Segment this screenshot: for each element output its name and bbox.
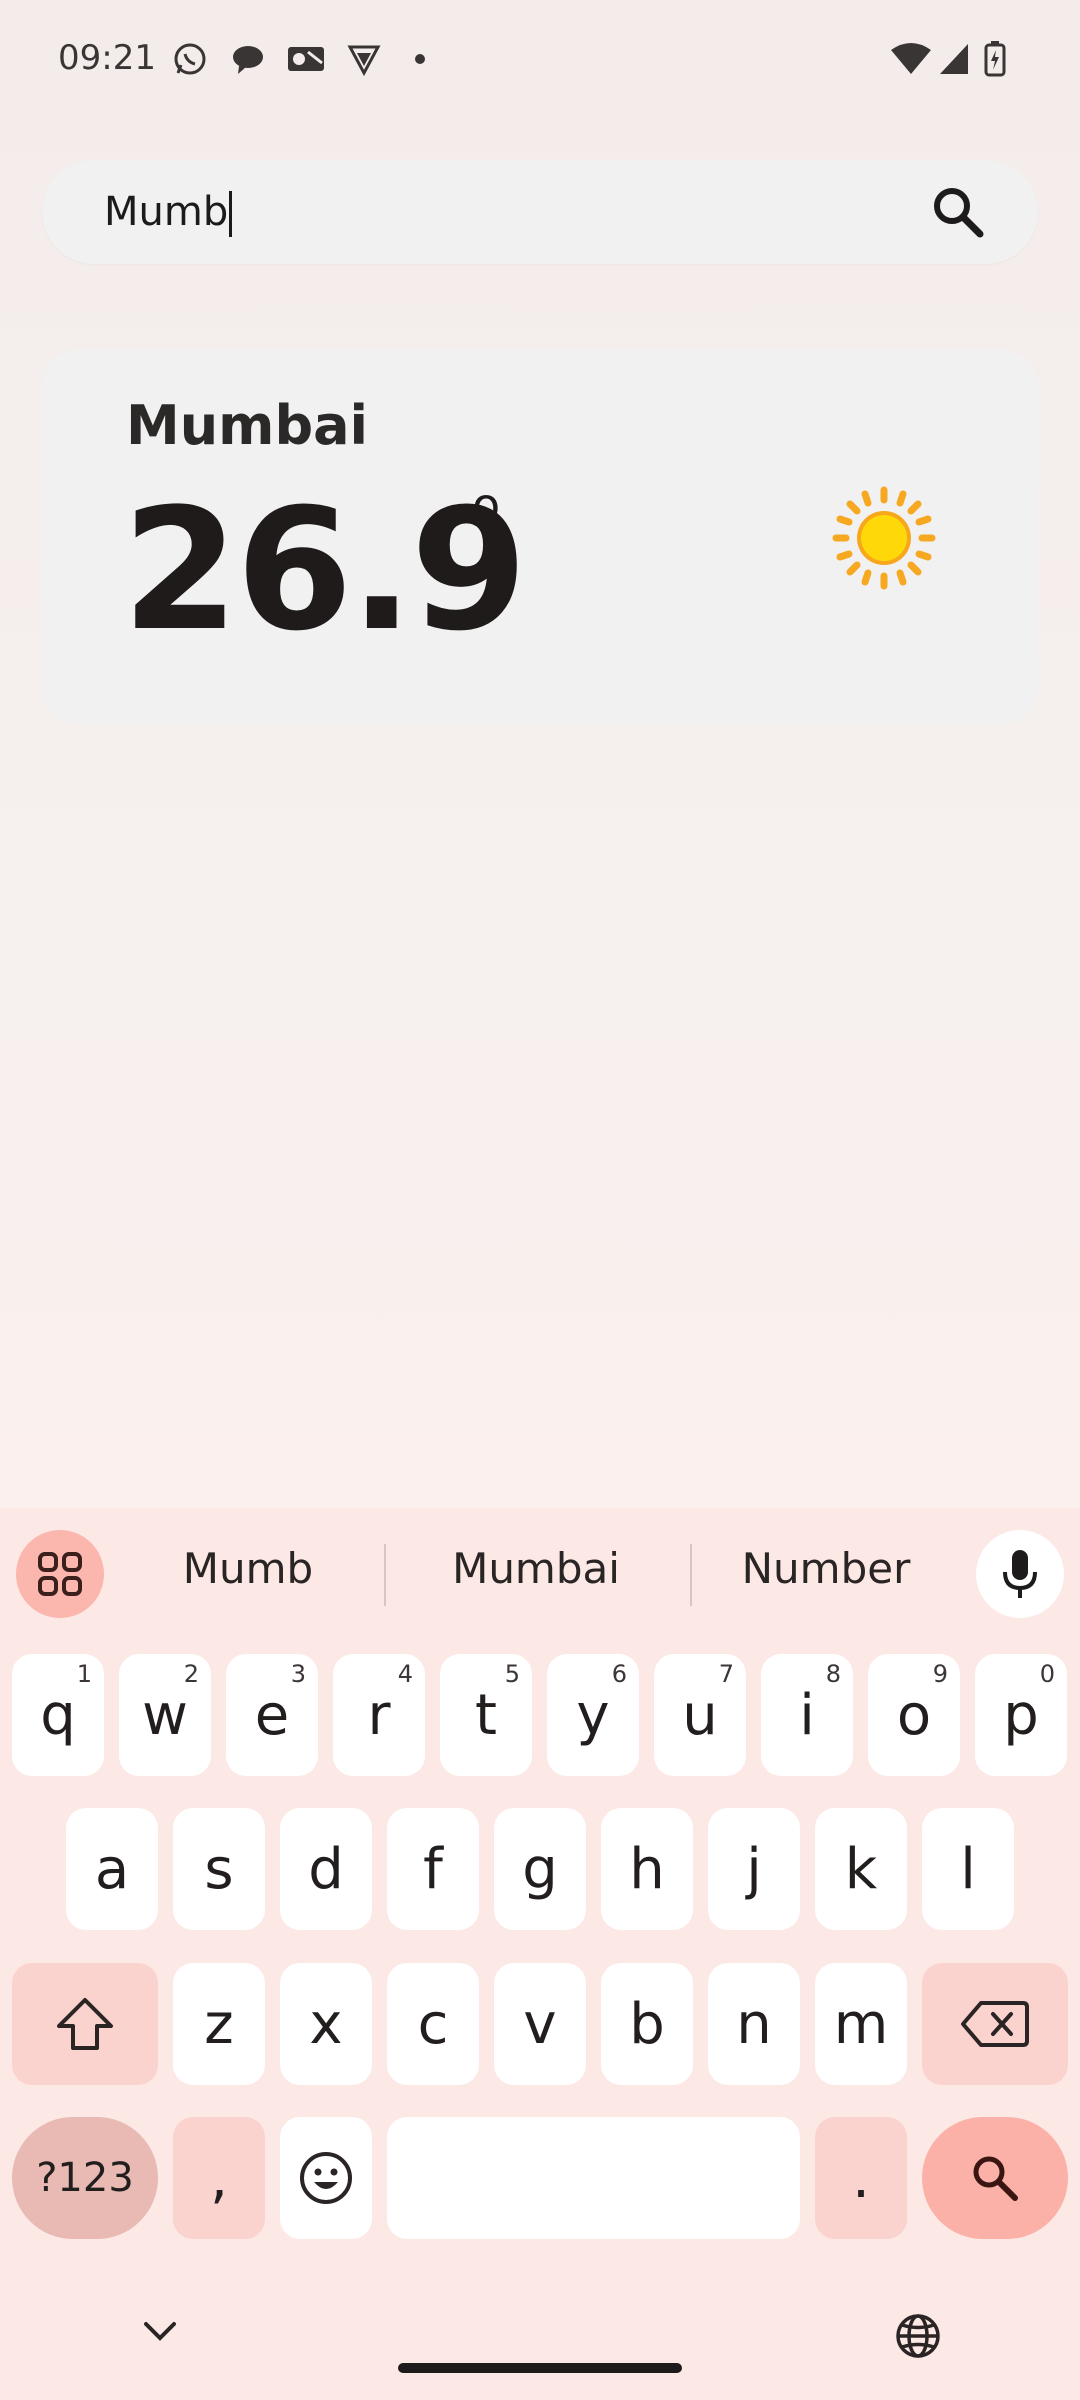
key-a[interactable]: a <box>66 1808 158 1930</box>
outlook-icon <box>284 40 328 78</box>
key-hint: 3 <box>290 1660 306 1688</box>
suggestion-strip: Mumb Mumbai Number <box>0 1508 1080 1638</box>
signal-icon <box>938 40 970 78</box>
key-hint: 6 <box>611 1660 627 1688</box>
search-input-value: Mumb <box>104 189 229 235</box>
key-u[interactable]: u7 <box>654 1654 746 1776</box>
key-k[interactable]: k <box>815 1808 907 1930</box>
key-hint: 0 <box>1039 1660 1055 1688</box>
key-q[interactable]: q1 <box>12 1654 104 1776</box>
backspace-key[interactable] <box>922 1963 1068 2085</box>
weather-card: Mumbai 26.9 o <box>42 350 1038 724</box>
keyboard-apps-button[interactable] <box>16 1530 104 1618</box>
whatsapp-icon <box>170 40 210 78</box>
status-time: 09:21 <box>58 38 156 78</box>
shift-key[interactable] <box>12 1963 158 2085</box>
key-c[interactable]: c <box>387 1963 479 2085</box>
grid-icon <box>38 1552 82 1596</box>
period-key[interactable]: . <box>815 2117 907 2239</box>
key-f[interactable]: f <box>387 1808 479 1930</box>
key-letter: y <box>576 1682 610 1748</box>
degree-symbol: o <box>472 478 501 532</box>
chat-bubble-icon <box>228 40 268 78</box>
key-letter: o <box>896 1682 932 1748</box>
key-i[interactable]: i8 <box>761 1654 853 1776</box>
city-name: Mumbai <box>126 394 369 457</box>
emoji-icon <box>300 2152 352 2204</box>
key-letter: t <box>475 1682 497 1748</box>
key-letter: r <box>367 1682 391 1748</box>
globe-icon[interactable] <box>894 2312 942 2360</box>
key-d[interactable]: d <box>280 1808 372 1930</box>
suggestion-divider <box>384 1544 386 1606</box>
key-letter: w <box>142 1682 188 1748</box>
key-o[interactable]: o9 <box>868 1654 960 1776</box>
vpn-shield-icon <box>344 40 384 78</box>
key-s[interactable]: s <box>173 1808 265 1930</box>
key-letter: u <box>682 1682 718 1748</box>
search-icon <box>934 188 984 238</box>
key-hint: 1 <box>76 1660 92 1688</box>
status-bar: 09:21 <box>0 0 1080 120</box>
search-icon <box>973 2156 1018 2201</box>
key-p[interactable]: p0 <box>975 1654 1067 1776</box>
key-g[interactable]: g <box>494 1808 586 1930</box>
microphone-icon <box>1003 1550 1037 1598</box>
battery-charging-icon <box>984 40 1006 78</box>
key-v[interactable]: v <box>494 1963 586 2085</box>
key-j[interactable]: j <box>708 1808 800 1930</box>
hide-keyboard-chevron-icon[interactable] <box>140 2316 180 2346</box>
key-letter: e <box>254 1682 290 1748</box>
key-hint: 2 <box>183 1660 199 1688</box>
key-letter: i <box>799 1682 815 1748</box>
sun-icon <box>832 486 936 590</box>
key-x[interactable]: x <box>280 1963 372 2085</box>
onscreen-keyboard: Mumb Mumbai Number q1 w2 e3 r4 t5 y6 u7 … <box>0 1508 1080 2400</box>
key-y[interactable]: y6 <box>547 1654 639 1776</box>
key-n[interactable]: n <box>708 1963 800 2085</box>
text-caret <box>229 191 233 237</box>
key-hint: 9 <box>932 1660 948 1688</box>
key-hint: 7 <box>718 1660 734 1688</box>
key-r[interactable]: r4 <box>333 1654 425 1776</box>
shift-icon <box>57 1998 113 2050</box>
voice-input-button[interactable] <box>976 1530 1064 1618</box>
city-search-input[interactable]: Mumb <box>104 186 233 238</box>
key-b[interactable]: b <box>601 1963 693 2085</box>
key-z[interactable]: z <box>173 1963 265 2085</box>
key-letter: q <box>40 1682 76 1748</box>
key-hint: 8 <box>825 1660 841 1688</box>
wifi-icon <box>890 40 932 78</box>
key-letter: p <box>1003 1682 1039 1748</box>
space-key[interactable] <box>387 2117 800 2239</box>
search-button[interactable] <box>930 184 986 240</box>
key-e[interactable]: e3 <box>226 1654 318 1776</box>
suggestion-1[interactable]: Mumb <box>118 1544 378 1593</box>
key-w[interactable]: w2 <box>119 1654 211 1776</box>
city-search-bar[interactable]: Mumb <box>42 160 1038 264</box>
key-l[interactable]: l <box>922 1808 1014 1930</box>
comma-key[interactable]: , <box>173 2117 265 2239</box>
key-hint: 4 <box>397 1660 413 1688</box>
key-h[interactable]: h <box>601 1808 693 1930</box>
backspace-icon <box>961 2001 1029 2047</box>
key-t[interactable]: t5 <box>440 1654 532 1776</box>
keyboard-search-key[interactable] <box>922 2117 1068 2239</box>
symbols-key[interactable]: ?123 <box>12 2117 158 2239</box>
more-dot-icon <box>410 40 430 78</box>
key-m[interactable]: m <box>815 1963 907 2085</box>
home-gesture-bar[interactable] <box>398 2363 682 2373</box>
key-hint: 5 <box>504 1660 520 1688</box>
suggestion-2[interactable]: Mumbai <box>406 1544 666 1593</box>
temperature-value: 26.9 <box>122 472 528 668</box>
suggestion-divider <box>690 1544 692 1606</box>
suggestion-3[interactable]: Number <box>696 1544 956 1593</box>
emoji-key[interactable] <box>280 2117 372 2239</box>
